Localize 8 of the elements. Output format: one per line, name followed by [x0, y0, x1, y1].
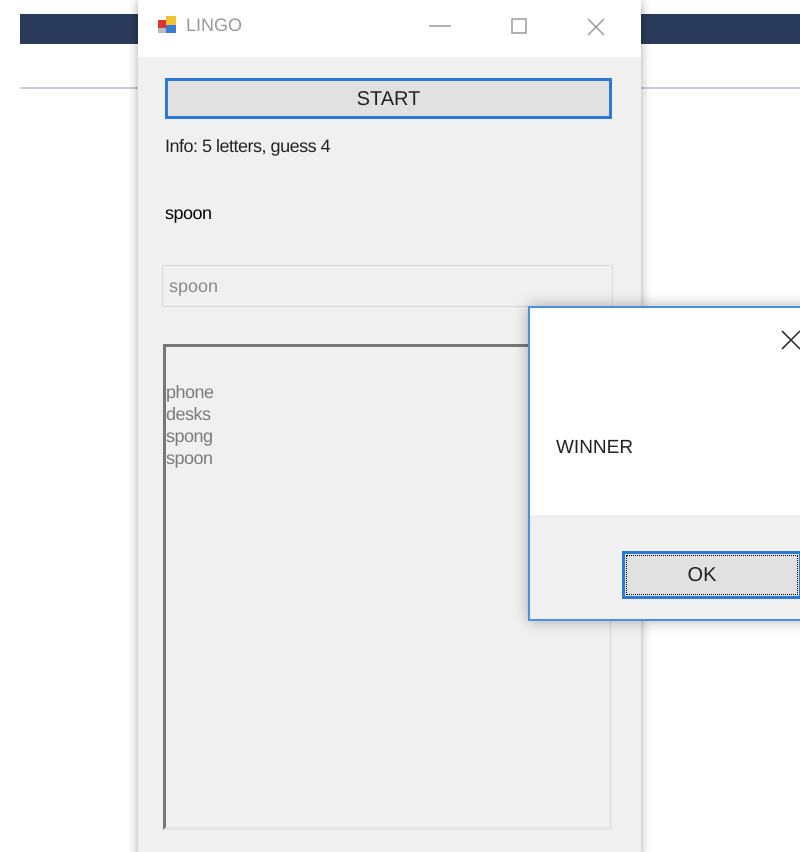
word-label: spoon: [165, 202, 213, 225]
window-title: LINGO: [186, 14, 242, 36]
app-icon: [158, 16, 178, 34]
info-label: Info: 5 letters, guess 4: [165, 135, 332, 158]
close-icon[interactable]: [781, 330, 800, 350]
maximize-icon[interactable]: [511, 18, 527, 34]
start-button[interactable]: START: [165, 78, 612, 119]
ok-button[interactable]: OK: [622, 551, 800, 599]
